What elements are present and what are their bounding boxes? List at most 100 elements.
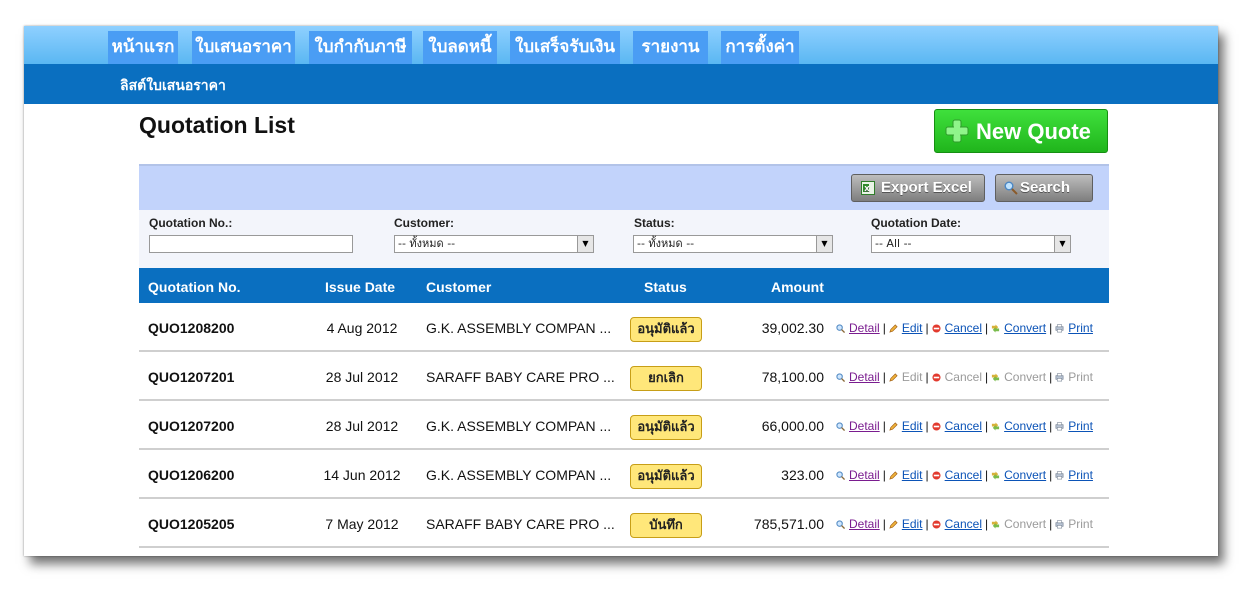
- date-select[interactable]: -- All -- ▼: [871, 235, 1071, 253]
- customer-select[interactable]: -- ทั้งหมด -- ▼: [394, 235, 594, 253]
- row-actions: Detail | Edit | Cancel | Convert | Print: [836, 370, 1093, 384]
- convert-icon: [992, 373, 1000, 382]
- cancel-link-label: Cancel: [944, 370, 982, 384]
- magnifier-icon: [836, 324, 845, 333]
- print-link-label: Print: [1068, 419, 1093, 433]
- separator: |: [882, 321, 886, 335]
- header-amount[interactable]: Amount: [771, 279, 824, 295]
- convert-link[interactable]: Convert: [991, 468, 1046, 482]
- print-link[interactable]: Print: [1055, 321, 1093, 335]
- print-link-label: Print: [1068, 321, 1093, 335]
- amount: 323.00: [781, 467, 824, 483]
- separator: |: [925, 419, 929, 433]
- quotation-number[interactable]: QUO1208200: [148, 320, 234, 336]
- convert-link[interactable]: Convert: [991, 321, 1046, 335]
- detail-link[interactable]: Detail: [836, 517, 880, 531]
- quotation-number[interactable]: QUO1207201: [148, 369, 234, 385]
- detail-link[interactable]: Detail: [836, 468, 880, 482]
- cancel-link-label: Cancel: [944, 419, 982, 433]
- separator: |: [925, 370, 929, 384]
- print-icon: [1055, 422, 1064, 431]
- chevron-down-icon: ▼: [1054, 236, 1070, 252]
- row-actions: Detail | Edit | Cancel | Convert | Print: [836, 468, 1093, 482]
- new-quote-label: New Quote: [976, 119, 1091, 144]
- cancel-link[interactable]: Cancel: [932, 468, 982, 482]
- detail-link[interactable]: Detail: [836, 370, 880, 384]
- separator: |: [1049, 468, 1053, 482]
- cancel-icon: [932, 471, 941, 480]
- table-row: QUO1205205 7 May 2012 SARAFF BABY CARE PRO…: [139, 499, 1109, 548]
- header-issue-date[interactable]: Issue Date: [325, 279, 395, 295]
- header-customer[interactable]: Customer: [426, 279, 491, 295]
- status-select[interactable]: -- ทั้งหมด -- ▼: [633, 235, 833, 253]
- edit-link-label: Edit: [901, 370, 923, 384]
- date-filter-label: Quotation Date:: [871, 216, 961, 230]
- new-quote-button[interactable]: New Quote: [934, 109, 1108, 153]
- detail-link-label: Detail: [849, 321, 880, 335]
- status-badge: อนุมัติแล้ว: [630, 317, 702, 342]
- print-link[interactable]: Print: [1055, 468, 1093, 482]
- nav-settings[interactable]: การตั้งค่า: [721, 31, 799, 64]
- convert-link-label: Convert: [1004, 468, 1047, 482]
- search-button[interactable]: Search: [995, 174, 1093, 202]
- separator: |: [882, 370, 886, 384]
- detail-link-label: Detail: [849, 370, 880, 384]
- edit-link[interactable]: Edit: [889, 468, 923, 482]
- header-status[interactable]: Status: [644, 279, 687, 295]
- amount: 66,000.00: [761, 418, 824, 434]
- separator: |: [984, 468, 989, 482]
- print-icon: [1055, 324, 1064, 333]
- quotation-no-input[interactable]: [149, 235, 353, 253]
- status-badge: อนุมัติแล้ว: [630, 415, 702, 440]
- convert-icon: [992, 471, 1000, 480]
- edit-link[interactable]: Edit: [889, 419, 923, 433]
- cancel-link[interactable]: Cancel: [932, 419, 982, 433]
- cancel-link[interactable]: Cancel: [932, 321, 982, 335]
- edit-link[interactable]: Edit: [889, 517, 923, 531]
- pencil-icon: [889, 471, 898, 480]
- detail-link[interactable]: Detail: [836, 321, 880, 335]
- export-excel-button[interactable]: X Export Excel: [851, 174, 985, 202]
- quotation-number[interactable]: QUO1205205: [148, 516, 234, 532]
- convert-icon: [992, 324, 1000, 333]
- convert-link[interactable]: Convert: [991, 419, 1046, 433]
- sub-nav: ลิสต์ใบเสนอราคา: [24, 64, 1218, 104]
- detail-link[interactable]: Detail: [836, 419, 880, 433]
- status-filter-label: Status:: [634, 216, 675, 230]
- cancel-link[interactable]: Cancel: [932, 517, 982, 531]
- convert-link-label: Convert: [1004, 370, 1047, 384]
- pencil-icon: [889, 373, 898, 382]
- nav-receipt[interactable]: ใบเสร็จรับเงิน: [510, 31, 620, 64]
- excel-icon: X: [861, 181, 875, 195]
- nav-home[interactable]: หน้าแรก: [108, 31, 178, 64]
- quotation-number[interactable]: QUO1207200: [148, 418, 234, 434]
- edit-link[interactable]: Edit: [889, 321, 923, 335]
- nav-quotation[interactable]: ใบเสนอราคา: [192, 31, 295, 64]
- print-link-label: Print: [1068, 370, 1093, 384]
- separator: |: [1049, 321, 1053, 335]
- magnifier-icon: [1004, 181, 1018, 195]
- nav-tax-invoice[interactable]: ใบกำกับภาษี: [309, 31, 412, 64]
- table-row: QUO1207200 28 Jul 2012 G.K. ASSEMBLY COMPA…: [139, 401, 1109, 450]
- print-link[interactable]: Print: [1055, 419, 1093, 433]
- nav-report[interactable]: รายงาน: [633, 31, 708, 64]
- separator: |: [984, 517, 989, 531]
- table-header: Quotation No. Issue Date Customer Status…: [139, 268, 1109, 303]
- pencil-icon: [889, 520, 898, 529]
- customer-name: G.K. ASSEMBLY COMPAN ...: [426, 467, 612, 483]
- row-actions: Detail | Edit | Cancel | Convert | Print: [836, 517, 1093, 531]
- quotation-number[interactable]: QUO1206200: [148, 467, 234, 483]
- cancel-link-label: Cancel: [944, 468, 982, 482]
- convert-link-label: Convert: [1004, 517, 1047, 531]
- cancel-link-label: Cancel: [944, 321, 982, 335]
- header-quotation-no[interactable]: Quotation No.: [148, 279, 241, 295]
- detail-link-label: Detail: [849, 468, 880, 482]
- subnav-quotation-list[interactable]: ลิสต์ใบเสนอราคา: [120, 75, 226, 97]
- nav-credit-note[interactable]: ใบลดหนี้: [423, 31, 497, 64]
- print-link: Print: [1055, 370, 1093, 384]
- filter-toolbar: X Export Excel Search: [139, 164, 1109, 212]
- detail-link-label: Detail: [849, 517, 880, 531]
- separator: |: [1049, 370, 1053, 384]
- cancel-link: Cancel: [932, 370, 982, 384]
- issue-date: 7 May 2012: [325, 516, 399, 532]
